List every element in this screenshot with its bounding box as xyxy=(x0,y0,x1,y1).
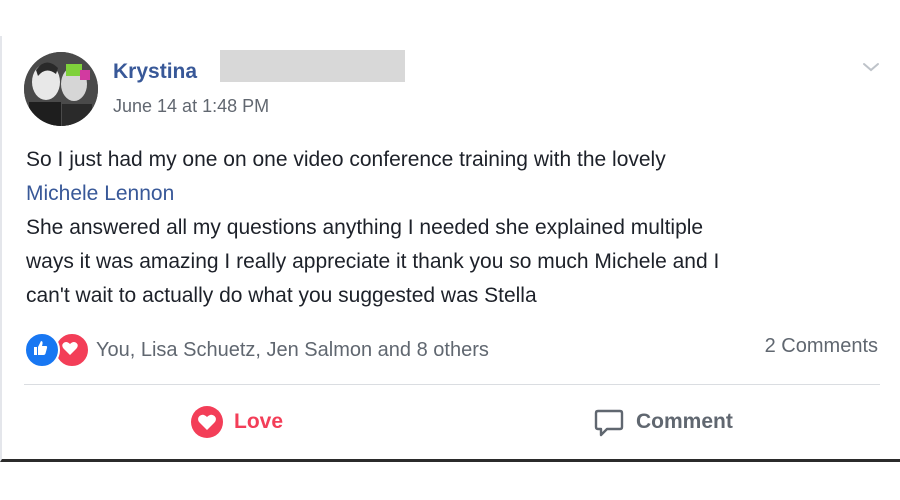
post-text-line: So I just had my one on one video confer… xyxy=(26,148,666,171)
post-body: So I just had my one on one video confer… xyxy=(26,143,876,313)
post-text-line: She answered all my questions anything I… xyxy=(26,216,704,239)
post-options-chevron-icon[interactable] xyxy=(860,56,882,78)
love-heart-icon xyxy=(191,406,223,438)
post-text-line: can't wait to actually do what you sugge… xyxy=(26,284,537,307)
comment-button[interactable]: Comment xyxy=(592,404,733,440)
author-avatar[interactable] xyxy=(24,52,98,126)
author-name[interactable]: Krystina xyxy=(113,60,197,84)
post-timestamp[interactable]: June 14 at 1:48 PM xyxy=(113,96,269,117)
reaction-summary[interactable]: You, Lisa Schuetz, Jen Salmon and 8 othe… xyxy=(24,332,489,368)
action-divider xyxy=(24,384,880,385)
post-card: Krystina June 14 at 1:48 PM So I just ha… xyxy=(0,36,900,462)
post-text-line: ways it was amazing I really appreciate … xyxy=(26,250,720,273)
love-button-label: Love xyxy=(234,410,284,433)
comment-bubble-icon xyxy=(594,409,624,437)
reaction-names: You, Lisa Schuetz, Jen Salmon and 8 othe… xyxy=(96,338,489,361)
like-icon xyxy=(24,332,60,368)
redacted-surname xyxy=(220,50,405,82)
mention-link[interactable]: Michele Lennon xyxy=(26,177,876,211)
avatar-photo-icon xyxy=(24,52,98,126)
comment-button-label: Comment xyxy=(636,410,733,433)
comments-count-link[interactable]: 2 Comments xyxy=(765,335,878,358)
love-button[interactable]: Love xyxy=(190,404,283,440)
